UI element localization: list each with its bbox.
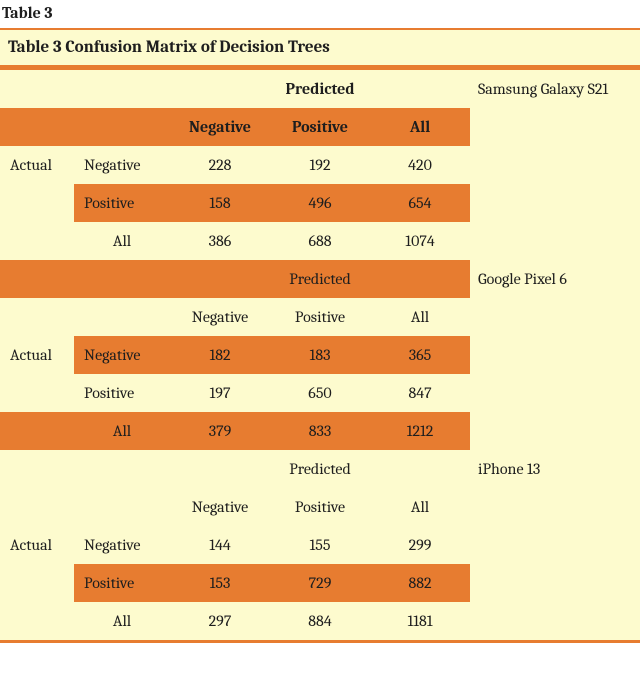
cell: 228 xyxy=(170,146,270,184)
page: Table 3 Table 3 Confusion Matrix of Deci… xyxy=(0,0,640,643)
section-predicted-row: Predicted iPhone 13 xyxy=(0,450,640,488)
actual-header: Actual xyxy=(0,336,74,374)
predicted-header: Predicted xyxy=(170,450,470,488)
cell: 688 xyxy=(270,222,370,260)
row-label-all: All xyxy=(74,602,170,642)
row-label: Positive xyxy=(74,184,170,222)
table-caption: Table 3 Confusion Matrix of Decision Tre… xyxy=(0,30,640,65)
row-label: Negative xyxy=(74,526,170,564)
row-label: Positive xyxy=(74,374,170,412)
table-row: Actual Negative 144 155 299 xyxy=(0,526,640,564)
table-row: Positive 153 729 882 xyxy=(0,564,640,602)
table-row: Positive 197 650 847 xyxy=(0,374,640,412)
actual-header: Actual xyxy=(0,526,74,564)
cell: 420 xyxy=(370,146,470,184)
table-label: Table 3 xyxy=(0,0,640,28)
phone-label: Samsung Galaxy S21 xyxy=(470,69,640,109)
section-predicted-row: Predicted Samsung Galaxy S21 xyxy=(0,69,640,109)
row-label: Positive xyxy=(74,564,170,602)
phone-label: Google Pixel 6 xyxy=(470,260,640,298)
cell: 833 xyxy=(270,412,370,450)
col-positive: Positive xyxy=(270,108,370,146)
col-positive: Positive xyxy=(270,298,370,336)
column-headers-row: Negative Positive All xyxy=(0,298,640,336)
col-all: All xyxy=(370,108,470,146)
row-label-all: All xyxy=(74,222,170,260)
cell: 1074 xyxy=(370,222,470,260)
table-row: Actual Negative 182 183 365 xyxy=(0,336,640,374)
cell: 729 xyxy=(270,564,370,602)
col-all: All xyxy=(370,488,470,526)
confusion-matrix-table: Predicted Samsung Galaxy S21 Negative Po… xyxy=(0,67,640,643)
predicted-header: Predicted xyxy=(170,69,470,109)
actual-header: Actual xyxy=(0,146,74,184)
cell: 379 xyxy=(170,412,270,450)
cell: 158 xyxy=(170,184,270,222)
cell: 183 xyxy=(270,336,370,374)
cell: 182 xyxy=(170,336,270,374)
table-row: All 379 833 1212 xyxy=(0,412,640,450)
table-row: All 297 884 1181 xyxy=(0,602,640,642)
cell: 1181 xyxy=(370,602,470,642)
table-row: Actual Negative 228 192 420 xyxy=(0,146,640,184)
col-negative: Negative xyxy=(170,488,270,526)
phone-label: iPhone 13 xyxy=(470,450,640,488)
col-negative: Negative xyxy=(170,108,270,146)
col-negative: Negative xyxy=(170,298,270,336)
caption-wrap: Table 3 Confusion Matrix of Decision Tre… xyxy=(0,28,640,67)
col-all: All xyxy=(370,298,470,336)
table-row: All 386 688 1074 xyxy=(0,222,640,260)
cell: 144 xyxy=(170,526,270,564)
cell: 155 xyxy=(270,526,370,564)
predicted-header: Predicted xyxy=(170,260,470,298)
cell: 654 xyxy=(370,184,470,222)
cell: 386 xyxy=(170,222,270,260)
row-label-all: All xyxy=(74,412,170,450)
row-label: Negative xyxy=(74,336,170,374)
col-positive: Positive xyxy=(270,488,370,526)
cell: 882 xyxy=(370,564,470,602)
section-predicted-row: Predicted Google Pixel 6 xyxy=(0,260,640,298)
cell: 153 xyxy=(170,564,270,602)
cell: 365 xyxy=(370,336,470,374)
cell: 1212 xyxy=(370,412,470,450)
cell: 197 xyxy=(170,374,270,412)
cell: 297 xyxy=(170,602,270,642)
table-row: Positive 158 496 654 xyxy=(0,184,640,222)
cell: 299 xyxy=(370,526,470,564)
row-label: Negative xyxy=(74,146,170,184)
cell: 496 xyxy=(270,184,370,222)
cell: 847 xyxy=(370,374,470,412)
cell: 650 xyxy=(270,374,370,412)
column-headers-row: Negative Positive All xyxy=(0,488,640,526)
column-headers-row: Negative Positive All xyxy=(0,108,640,146)
cell: 192 xyxy=(270,146,370,184)
cell: 884 xyxy=(270,602,370,642)
